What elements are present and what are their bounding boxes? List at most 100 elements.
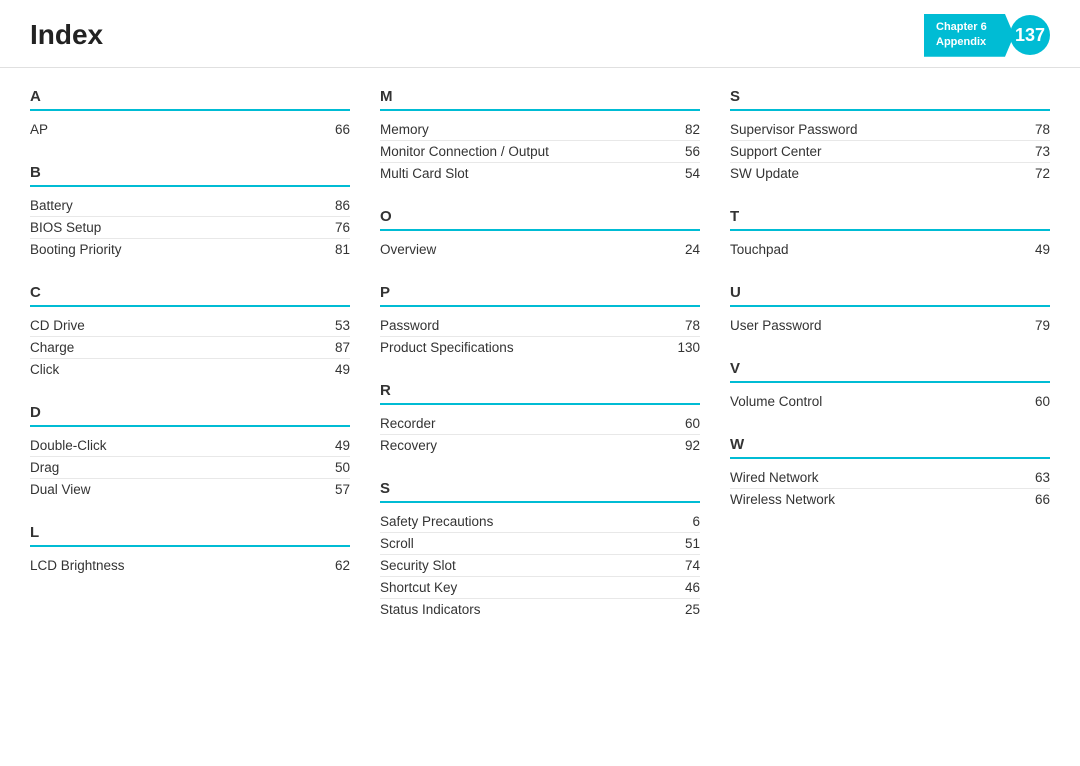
index-term: Booting Priority <box>30 242 122 257</box>
index-term: Drag <box>30 460 59 475</box>
section-V-2: VVolume Control60 <box>730 360 1050 412</box>
index-row: Security Slot 74 <box>380 555 700 577</box>
index-row: Supervisor Password78 <box>730 119 1050 141</box>
index-row: Wireless Network66 <box>730 489 1050 510</box>
index-row: Shortcut Key 46 <box>380 577 700 599</box>
section-M-1: MMemory82Monitor Connection / Output56Mu… <box>380 88 700 184</box>
index-term: Safety Precautions <box>380 514 493 529</box>
index-term: Recovery <box>380 438 437 453</box>
index-page: 49 <box>320 438 350 453</box>
index-term: Shortcut Key <box>380 580 457 595</box>
index-term: Monitor Connection / Output <box>380 144 549 159</box>
index-term: Memory <box>380 122 429 137</box>
section-letter: B <box>30 164 350 187</box>
index-row: Touchpad 49 <box>730 239 1050 260</box>
index-row: AP 66 <box>30 119 350 140</box>
index-page: 130 <box>670 340 700 355</box>
index-page: 50 <box>320 460 350 475</box>
index-page: 62 <box>320 558 350 573</box>
index-page: 78 <box>1020 122 1050 137</box>
index-term: Overview <box>380 242 436 257</box>
index-page: 76 <box>320 220 350 235</box>
index-page: 79 <box>1020 318 1050 333</box>
index-page: 60 <box>670 416 700 431</box>
index-term: Product Specifications <box>380 340 514 355</box>
index-term: Dual View <box>30 482 91 497</box>
chapter-number: 137 <box>1010 15 1050 55</box>
index-term: Double-Click <box>30 438 107 453</box>
section-S-1: S Safety Precautions6 Scroll 51 Security Slo… <box>380 480 700 620</box>
index-page: 82 <box>670 122 700 137</box>
index-row: Multi Card Slot54 <box>380 163 700 184</box>
index-page: 78 <box>670 318 700 333</box>
index-term: Multi Card Slot <box>380 166 469 181</box>
index-term: Charge <box>30 340 74 355</box>
index-term: AP <box>30 122 48 137</box>
index-page: 86 <box>320 198 350 213</box>
section-U-2: U User Password 79 <box>730 284 1050 336</box>
index-page: 51 <box>670 536 700 551</box>
index-page: 74 <box>670 558 700 573</box>
page-header: Index Chapter 6 Appendix 137 <box>0 0 1080 68</box>
index-row: Dual View57 <box>30 479 350 500</box>
index-term: SW Update <box>730 166 799 181</box>
section-L-0: LLCD Brightness62 <box>30 524 350 576</box>
section-W-2: WWired Network63Wireless Network66 <box>730 436 1050 510</box>
section-S-2: SSupervisor Password78Support Center73SW… <box>730 88 1050 184</box>
section-letter: M <box>380 88 700 111</box>
index-page: 46 <box>670 580 700 595</box>
index-page: 72 <box>1020 166 1050 181</box>
index-row: Battery 86 <box>30 195 350 217</box>
section-letter: V <box>730 360 1050 383</box>
index-page: 63 <box>1020 470 1050 485</box>
index-page: 25 <box>670 602 700 617</box>
index-page: 73 <box>1020 144 1050 159</box>
index-row: LCD Brightness 62 <box>30 555 350 576</box>
index-row: Drag 50 <box>30 457 350 479</box>
index-term: Security Slot <box>380 558 456 573</box>
index-row: CD Drive53 <box>30 315 350 337</box>
section-letter: P <box>380 284 700 307</box>
index-row: Booting Priority 81 <box>30 239 350 260</box>
index-column-2: MMemory82Monitor Connection / Output56Mu… <box>380 88 730 644</box>
index-row: Monitor Connection / Output56 <box>380 141 700 163</box>
index-term: Scroll <box>380 536 414 551</box>
index-row: SW Update 72 <box>730 163 1050 184</box>
index-term: LCD Brightness <box>30 558 125 573</box>
index-column-1: AAP66BBattery86BIOS Setup76Booting Prior… <box>30 88 380 644</box>
index-row: Scroll 51 <box>380 533 700 555</box>
index-row: Recovery92 <box>380 435 700 456</box>
index-term: User Password <box>730 318 822 333</box>
index-row: Double-Click 49 <box>30 435 350 457</box>
index-row: BIOS Setup 76 <box>30 217 350 239</box>
index-row: Product Specifications 130 <box>380 337 700 358</box>
index-term: Status Indicators <box>380 602 481 617</box>
section-letter: S <box>380 480 700 503</box>
section-letter: D <box>30 404 350 427</box>
chapter-label: Chapter 6 Appendix <box>924 14 1014 57</box>
section-letter: T <box>730 208 1050 231</box>
index-term: Support Center <box>730 144 822 159</box>
index-term: Recorder <box>380 416 436 431</box>
section-C-0: CCD Drive53Charge87Click49 <box>30 284 350 380</box>
page-title: Index <box>30 19 103 51</box>
index-page: 66 <box>320 122 350 137</box>
index-row: Password 78 <box>380 315 700 337</box>
index-term: Click <box>30 362 59 377</box>
index-term: BIOS Setup <box>30 220 101 235</box>
index-row: Recorder 60 <box>380 413 700 435</box>
index-content: AAP66BBattery86BIOS Setup76Booting Prior… <box>0 68 1080 664</box>
section-letter: C <box>30 284 350 307</box>
index-page: 49 <box>1020 242 1050 257</box>
index-row: Support Center 73 <box>730 141 1050 163</box>
index-page: 81 <box>320 242 350 257</box>
index-row: Safety Precautions6 <box>380 511 700 533</box>
index-term: Touchpad <box>730 242 789 257</box>
index-term: Password <box>380 318 439 333</box>
index-term: Battery <box>30 198 73 213</box>
section-letter: R <box>380 382 700 405</box>
index-row: User Password 79 <box>730 315 1050 336</box>
index-page: 87 <box>320 340 350 355</box>
section-letter: U <box>730 284 1050 307</box>
section-P-1: P Password 78 Product Specifications 130 <box>380 284 700 358</box>
